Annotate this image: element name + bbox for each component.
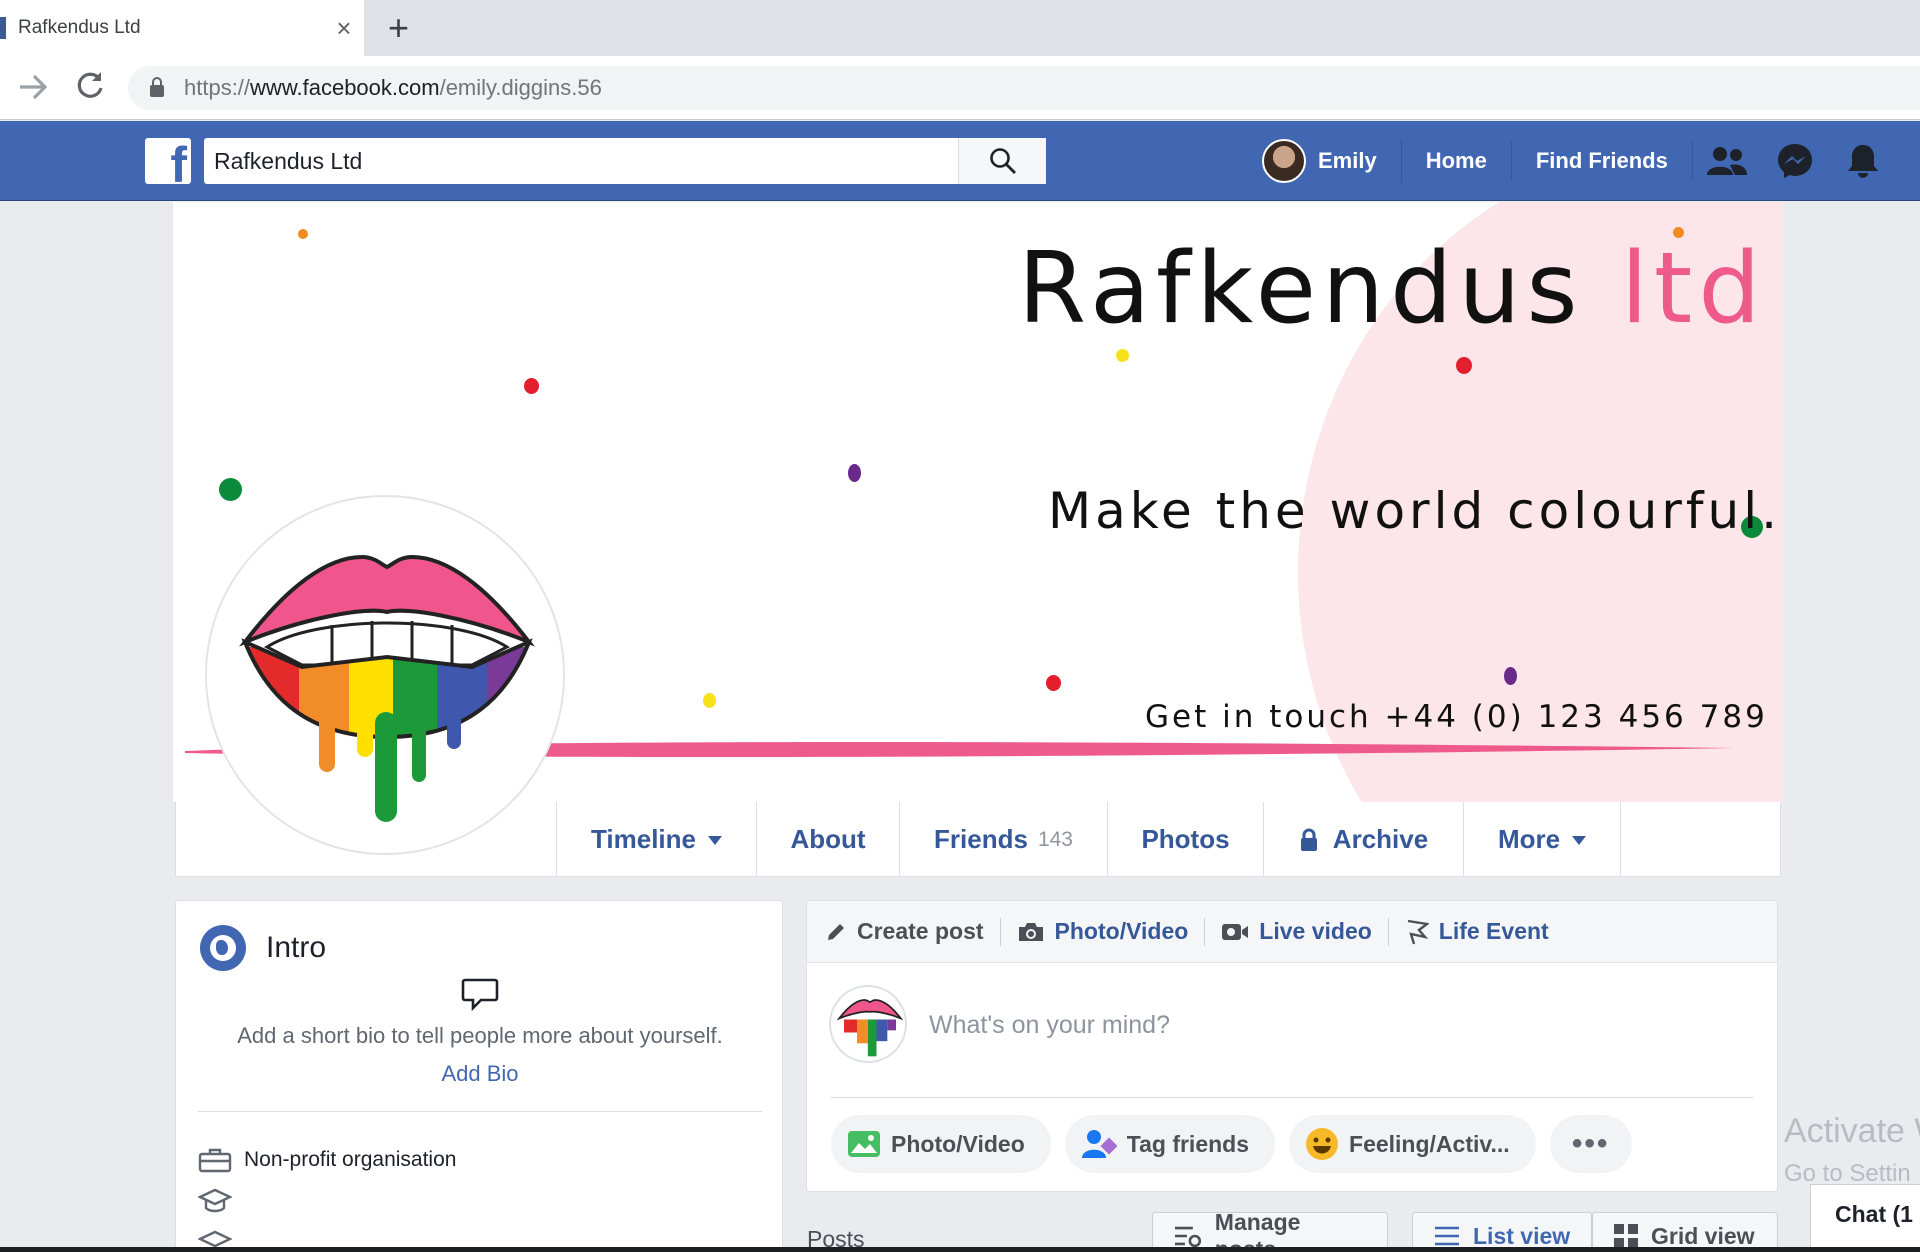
confetti-dot bbox=[848, 464, 861, 482]
divider bbox=[198, 1111, 762, 1112]
messenger-icon[interactable] bbox=[1761, 142, 1829, 180]
add-bio-link[interactable]: Add Bio bbox=[176, 1061, 784, 1087]
tab-title: Rafkendus Ltd bbox=[18, 17, 141, 38]
pencil-icon bbox=[828, 923, 844, 940]
address-bar[interactable]: https://www.facebook.com/emily.diggins.5… bbox=[128, 66, 1920, 110]
tab-friends[interactable]: Friends 143 bbox=[899, 802, 1107, 877]
notifications-icon[interactable] bbox=[1829, 142, 1897, 180]
new-tab-button[interactable]: + bbox=[388, 8, 409, 48]
confetti-dot bbox=[1046, 675, 1061, 691]
flag-icon bbox=[1407, 919, 1429, 944]
tag-friends-icon bbox=[1081, 1130, 1117, 1158]
friends-count: 143 bbox=[1037, 827, 1073, 851]
cover-contact: Get in touch +44 (0) 123 456 789 bbox=[1145, 699, 1768, 735]
tab-more[interactable]: More bbox=[1463, 802, 1621, 877]
education-row bbox=[198, 1187, 244, 1217]
list-view-button[interactable]: List view bbox=[1412, 1212, 1592, 1252]
activate-windows-watermark: Activate W bbox=[1784, 1112, 1920, 1150]
confetti-dot bbox=[219, 478, 242, 501]
search-input[interactable] bbox=[204, 138, 958, 184]
tab-about[interactable]: About bbox=[756, 802, 899, 877]
confetti-dot bbox=[1504, 667, 1517, 685]
lock-icon bbox=[1300, 828, 1317, 851]
find-friends-link[interactable]: Find Friends bbox=[1512, 141, 1693, 181]
tab-timeline[interactable]: Timeline bbox=[556, 802, 756, 877]
cover-title: Rafkendus ltd bbox=[1018, 232, 1767, 346]
confetti-dot bbox=[1116, 349, 1129, 362]
grid-icon bbox=[1614, 1224, 1638, 1248]
url-path: /emily.diggins.56 bbox=[439, 75, 602, 100]
rainbow-lips-logo bbox=[238, 554, 536, 822]
user-name: Emily bbox=[1318, 148, 1377, 173]
list-icon bbox=[1435, 1226, 1459, 1246]
category-text: Non-profit organisation bbox=[244, 1148, 457, 1171]
bottom-edge bbox=[0, 1247, 1920, 1252]
photo-video-button[interactable]: Photo/Video bbox=[831, 1115, 1051, 1173]
url-scheme: https:// bbox=[184, 75, 251, 100]
manage-posts-button[interactable]: Manage posts bbox=[1152, 1209, 1388, 1252]
globe-icon bbox=[200, 925, 246, 971]
tag-friends-button[interactable]: Tag friends bbox=[1064, 1115, 1276, 1173]
grid-view-button[interactable]: Grid view bbox=[1592, 1212, 1778, 1252]
briefcase-icon bbox=[198, 1148, 232, 1173]
friend-requests-icon[interactable] bbox=[1693, 145, 1761, 177]
feeling-activity-button[interactable]: Feeling/Activ... bbox=[1289, 1115, 1536, 1173]
composer-tabs: Create post Photo/Video Live video Life … bbox=[807, 901, 1777, 963]
live-video-tab[interactable]: Live video bbox=[1221, 917, 1389, 946]
confetti-dot bbox=[524, 378, 539, 394]
forward-icon[interactable] bbox=[18, 70, 48, 110]
home-link[interactable]: Home bbox=[1402, 141, 1512, 181]
facebook-logo-icon[interactable]: f bbox=[145, 138, 191, 184]
video-camera-icon bbox=[1222, 923, 1249, 940]
camera-icon bbox=[1018, 922, 1043, 941]
cover-tagline: Make the world colourful. bbox=[1048, 482, 1782, 540]
manage-settings-icon bbox=[1174, 1226, 1202, 1248]
post-input[interactable]: What's on your mind? bbox=[929, 1011, 1170, 1040]
more-options-button[interactable]: ••• bbox=[1549, 1115, 1632, 1173]
facebook-header: f Emily Home Find Friends bbox=[0, 121, 1920, 201]
confetti-dot bbox=[703, 693, 716, 708]
url-host: www.facebook.com bbox=[250, 75, 440, 100]
chat-button[interactable]: Chat (1 bbox=[1810, 1184, 1920, 1252]
caret-down-icon bbox=[1572, 836, 1587, 845]
close-tab-icon[interactable]: × bbox=[324, 13, 364, 44]
life-event-tab[interactable]: Life Event bbox=[1405, 918, 1565, 946]
intro-title: Intro bbox=[266, 931, 327, 964]
search-button[interactable] bbox=[958, 138, 1046, 184]
header-nav: Emily Home Find Friends bbox=[1262, 121, 1897, 201]
create-post-tab[interactable]: Create post bbox=[825, 917, 1001, 946]
search-box bbox=[204, 138, 1046, 184]
browser-toolbar: https://www.facebook.com/emily.diggins.5… bbox=[0, 56, 1920, 120]
bio-prompt: Add a short bio to tell people more abou… bbox=[237, 1023, 723, 1048]
confetti-dot bbox=[1456, 357, 1472, 374]
lock-icon[interactable] bbox=[150, 77, 164, 97]
speech-bubble-icon bbox=[461, 977, 499, 1016]
browser-tab[interactable]: Rafkendus Ltd × bbox=[0, 0, 364, 56]
smiley-icon bbox=[1306, 1128, 1339, 1160]
search-icon bbox=[989, 148, 1016, 174]
facebook-favicon-icon bbox=[0, 17, 6, 39]
caret-down-icon bbox=[708, 836, 722, 845]
graduation-cap-icon bbox=[198, 1188, 232, 1213]
profile-picture[interactable] bbox=[205, 495, 565, 855]
divider bbox=[831, 1097, 1753, 1098]
composer-actions: Photo/Video Tag friends Feeling/Activ...… bbox=[831, 1115, 1646, 1173]
category-row: Non-profit organisation bbox=[198, 1147, 456, 1173]
reload-icon[interactable] bbox=[74, 68, 106, 108]
rainbow-lips-logo bbox=[836, 999, 904, 1057]
profile-link[interactable]: Emily bbox=[1262, 139, 1402, 183]
intro-card: Intro Add a short bio to tell people mor… bbox=[175, 900, 783, 1252]
tab-archive[interactable]: Archive bbox=[1263, 802, 1463, 877]
avatar bbox=[1262, 139, 1306, 183]
avatar[interactable] bbox=[829, 985, 907, 1063]
tab-photos[interactable]: Photos bbox=[1107, 802, 1263, 877]
photo-video-tab[interactable]: Photo/Video bbox=[1017, 917, 1206, 946]
confetti-dot bbox=[298, 229, 308, 239]
browser-tab-bar: Rafkendus Ltd × + bbox=[0, 0, 1920, 56]
photo-icon bbox=[848, 1131, 880, 1157]
post-composer: Create post Photo/Video Live video Life … bbox=[806, 900, 1778, 1192]
intro-header: Intro bbox=[200, 925, 326, 971]
